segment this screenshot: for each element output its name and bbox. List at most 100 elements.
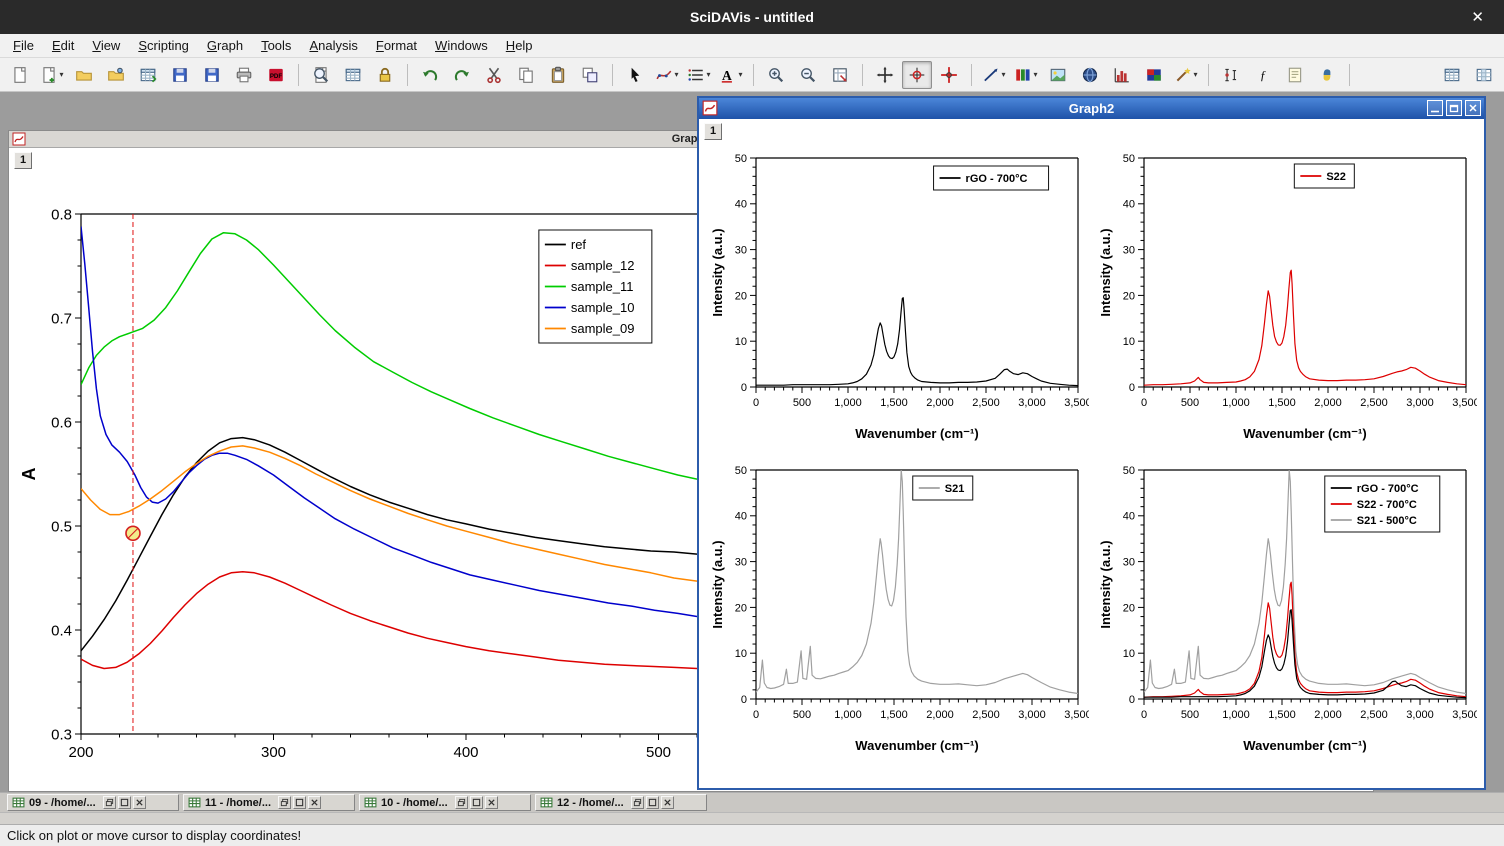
zoom-in-button[interactable] <box>761 61 791 89</box>
open-template-button[interactable] <box>101 61 131 89</box>
undo-button[interactable] <box>415 61 445 89</box>
raman-top-right-legend[interactable]: S22 <box>1294 164 1354 188</box>
new-table-button[interactable] <box>338 61 368 89</box>
raman-plot-bottom-right[interactable]: 05001,0001,5002,0002,5003,0003,500010203… <box>1097 455 1477 757</box>
export-pdf-button[interactable]: PDF <box>261 61 291 89</box>
raman-bottom-right-legend[interactable]: rGO - 700°CS22 - 700°CS21 - 500°C <box>1325 476 1440 532</box>
plot-3d-button[interactable] <box>1075 61 1105 89</box>
move-data-points-button[interactable] <box>870 61 900 89</box>
menu-file[interactable]: File <box>4 35 43 56</box>
toolbar-group <box>306 61 400 89</box>
pointer-button[interactable] <box>620 61 650 89</box>
histogram-button[interactable] <box>1107 61 1137 89</box>
raman-top-left-series-rgo700[interactable] <box>756 298 1078 386</box>
data-reader-marker[interactable] <box>126 526 140 540</box>
menu-format[interactable]: Format <box>367 35 426 56</box>
restore-button[interactable] <box>278 796 291 809</box>
close-button[interactable] <box>308 796 321 809</box>
menu-windows[interactable]: Windows <box>426 35 497 56</box>
restore-button[interactable] <box>455 796 468 809</box>
zoom-out-button[interactable] <box>793 61 823 89</box>
data-reader-button[interactable] <box>902 61 932 89</box>
new-project-button[interactable] <box>5 61 35 89</box>
svg-text:S22 - 700°C: S22 - 700°C <box>1357 499 1417 511</box>
uvvis-legend[interactable]: refsample_12sample_11sample_10sample_09 <box>539 230 652 343</box>
new-note-button[interactable] <box>1280 61 1310 89</box>
minimized-window-tab[interactable]: 12 - /home/... <box>535 794 707 811</box>
close-button[interactable] <box>133 796 146 809</box>
curves-icon <box>687 66 705 84</box>
uvvis-series-sample_09[interactable] <box>81 446 697 581</box>
graph2-layer-button[interactable]: 1 <box>704 123 722 140</box>
graph1-layer-button[interactable]: 1 <box>14 152 32 169</box>
window-titlebar[interactable]: SciDAVis - untitled ✕ <box>0 0 1504 34</box>
table-grid-button[interactable] <box>1437 61 1467 89</box>
maximize-button[interactable] <box>646 796 659 809</box>
redo-button[interactable] <box>447 61 477 89</box>
open-project-button[interactable] <box>69 61 99 89</box>
uvvis-series-sample_12[interactable] <box>81 572 697 669</box>
menu-view[interactable]: View <box>83 35 129 56</box>
lock-toolbars-button[interactable] <box>370 61 400 89</box>
graph2-window[interactable]: Graph2 1 05001,0001,5002,0002,5003,0003,… <box>697 96 1486 790</box>
raman-bottom-right-series-s22[interactable] <box>1144 582 1466 697</box>
raman-bottom-left-series-s21[interactable] <box>756 470 1078 694</box>
copy-button[interactable] <box>511 61 541 89</box>
close-button[interactable] <box>1465 100 1481 116</box>
restore-button[interactable] <box>1446 100 1462 116</box>
maximize-button[interactable] <box>118 796 131 809</box>
import-ascii-button[interactable] <box>133 61 163 89</box>
save-template-button[interactable] <box>197 61 227 89</box>
close-button[interactable] <box>485 796 498 809</box>
close-button[interactable] <box>661 796 674 809</box>
paste-button[interactable] <box>543 61 573 89</box>
maximize-button[interactable] <box>470 796 483 809</box>
minimize-button[interactable] <box>1427 100 1443 116</box>
cut-button[interactable] <box>479 61 509 89</box>
raman-plot-top-right[interactable]: 05001,0001,5002,0002,5003,0003,500010203… <box>1097 143 1477 445</box>
minimized-window-tab[interactable]: 10 - /home/... <box>359 794 531 811</box>
maximize-button[interactable] <box>293 796 306 809</box>
minimized-window-tab[interactable]: 09 - /home/... <box>7 794 179 811</box>
raman-bottom-left-legend[interactable]: S21 <box>913 476 973 500</box>
rescale-axes-button[interactable] <box>825 61 855 89</box>
add-error-bars-button[interactable] <box>1216 61 1246 89</box>
graph2-titlebar[interactable]: Graph2 <box>699 98 1484 119</box>
print-button[interactable] <box>229 61 259 89</box>
screen-reader-button[interactable] <box>934 61 964 89</box>
save-project-button[interactable] <box>165 61 195 89</box>
pen-color-button[interactable]: ▾ <box>1011 61 1041 89</box>
menu-analysis[interactable]: Analysis <box>300 35 366 56</box>
duplicate-window-button[interactable] <box>575 61 605 89</box>
graph1-plot[interactable]: 2003004005000.30.40.50.60.70.8Arefsample… <box>9 148 699 791</box>
raman-top-right-series-s22[interactable] <box>1144 270 1466 385</box>
add-function-button[interactable]: ƒ <box>1248 61 1278 89</box>
uvvis-series-ref[interactable] <box>81 438 697 651</box>
curves-button[interactable]: ▾ <box>684 61 714 89</box>
restore-button[interactable] <box>631 796 644 809</box>
plot-style-button[interactable]: ▾ <box>652 61 682 89</box>
find-window-button[interactable] <box>306 61 336 89</box>
window-close-button[interactable]: ✕ <box>1463 0 1492 34</box>
new-aspect-button[interactable]: ▾ <box>37 61 67 89</box>
add-text-button[interactable]: A▾ <box>716 61 746 89</box>
add-image-button[interactable] <box>1043 61 1073 89</box>
python-script-button[interactable] <box>1312 61 1342 89</box>
color-map-button[interactable] <box>1139 61 1169 89</box>
raman-top-left-legend[interactable]: rGO - 700°C <box>934 166 1049 190</box>
restore-button[interactable] <box>103 796 116 809</box>
menu-scripting[interactable]: Scripting <box>129 35 198 56</box>
raman-plot-bottom-left[interactable]: 05001,0001,5002,0002,5003,0003,500010203… <box>709 455 1089 757</box>
raman-bottom-right-series-rgo700[interactable] <box>1144 610 1466 698</box>
menu-tools[interactable]: Tools <box>252 35 300 56</box>
menu-help[interactable]: Help <box>497 35 542 56</box>
draw-line-button[interactable]: ▾ <box>979 61 1009 89</box>
menu-graph[interactable]: Graph <box>198 35 252 56</box>
minimized-window-tab[interactable]: 11 - /home/... <box>183 794 355 811</box>
table-columns-button[interactable] <box>1469 61 1499 89</box>
raman-plot-top-left[interactable]: 05001,0001,5002,0002,5003,0003,500010203… <box>709 143 1089 445</box>
menu-edit[interactable]: Edit <box>43 35 83 56</box>
new-aspect-icon <box>40 66 58 84</box>
graph-wizard-button[interactable]: ▾ <box>1171 61 1201 89</box>
svg-text:3,000: 3,000 <box>1018 709 1046 721</box>
